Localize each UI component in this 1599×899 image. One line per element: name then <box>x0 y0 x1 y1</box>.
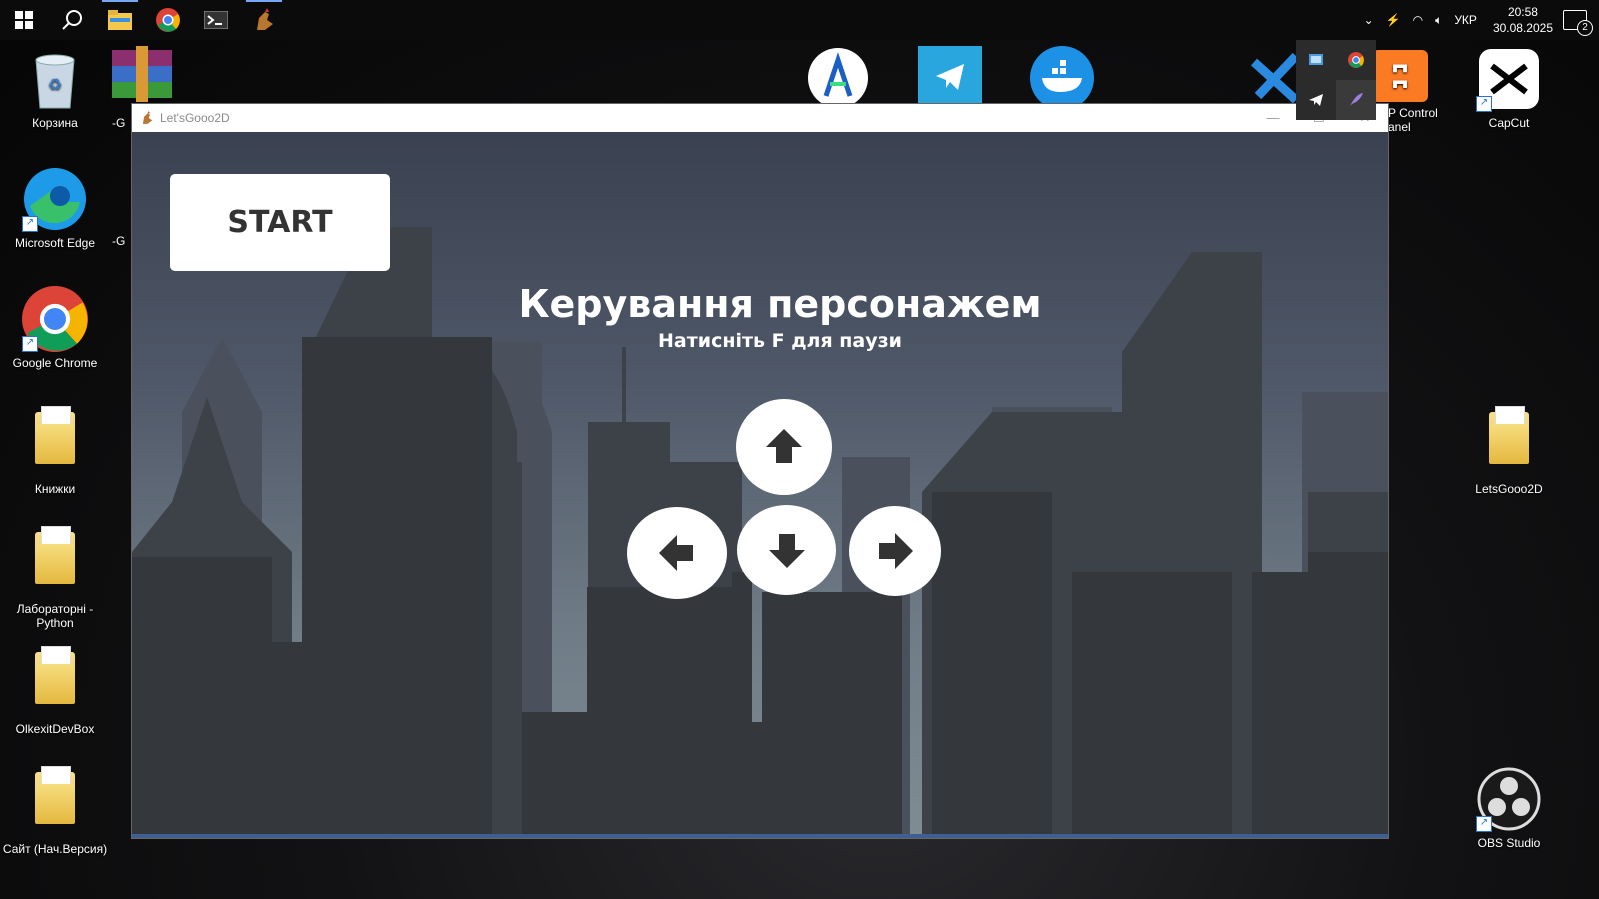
desktop-icon-label: OBS Studio <box>1477 836 1541 850</box>
desktop-icon-letsgooo2d[interactable]: LetsGooo2D <box>1454 406 1564 496</box>
chevron-up-icon[interactable]: ⌄ <box>1364 13 1374 27</box>
feather-icon <box>1350 93 1363 106</box>
taskbar-chrome[interactable] <box>144 0 192 40</box>
monitor-app-icon <box>1309 54 1323 65</box>
system-tray: ⌄ ⚡ ◠ 🔈︎ УКР 20:58 30.08.2025 2 <box>1358 0 1599 40</box>
desktop-icon-label: Лабораторні - Python <box>16 602 94 630</box>
tray-chrome[interactable] <box>1336 40 1376 80</box>
desktop-icon-label: Google Chrome <box>12 356 98 370</box>
desktop-icon-label: LetsGooo2D <box>1475 482 1543 496</box>
arrow-left-button[interactable] <box>627 507 727 599</box>
desktop-icon-label: Корзина <box>32 116 78 130</box>
arrow-up-button[interactable] <box>736 399 832 495</box>
taskbar: ⌄ ⚡ ◠ 🔈︎ УКР 20:58 30.08.2025 2 <box>0 0 1599 40</box>
start-button[interactable] <box>0 0 48 40</box>
desktop-icon-site[interactable]: Сайт (Нач.Версия) <box>0 766 110 856</box>
folder-icon <box>35 526 75 584</box>
tray-overflow-popup <box>1296 40 1376 120</box>
android-studio-icon[interactable] <box>806 46 870 108</box>
desktop-icon-label: Сайт (Нач.Версия) <box>2 842 108 856</box>
desktop-icon-recycle-bin[interactable]: ♻ Корзина <box>0 46 110 130</box>
shortcut-arrow-icon: ↗ <box>1476 96 1492 112</box>
desktop-icon-capcut[interactable]: ↗ CapCut <box>1454 46 1564 130</box>
desktop-icon-label: CapCut <box>1488 116 1530 130</box>
game-window: Let'sGooo2D — ☐ ✕ <box>132 104 1388 838</box>
chrome-icon <box>1348 52 1364 68</box>
tray-feather[interactable] <box>1336 80 1376 120</box>
chrome-icon <box>156 8 180 32</box>
windows-icon <box>15 11 33 29</box>
arrow-right-icon <box>879 533 913 569</box>
telegram-icon[interactable] <box>918 46 982 104</box>
network-icon[interactable]: ⚡ <box>1386 13 1401 27</box>
desktop-icon-chrome[interactable]: ↗ Google Chrome <box>0 286 110 370</box>
controls-title: Керування персонажем <box>518 282 1042 326</box>
tray-app-icon[interactable] <box>1296 40 1336 80</box>
arrow-up-icon <box>766 429 802 463</box>
game-canvas[interactable]: START Керування персонажем Натисніть F д… <box>132 132 1388 838</box>
shortcut-arrow-icon: ↗ <box>22 216 38 232</box>
clock[interactable]: 20:58 30.08.2025 <box>1493 4 1553 36</box>
volume-icon[interactable]: 🔈︎ <box>1435 13 1442 28</box>
window-bottom-border <box>132 834 1388 838</box>
desktop-icon-labs-python[interactable]: Лабораторні - Python <box>0 526 110 630</box>
desktop-icon-knyzhky[interactable]: Книжки <box>0 406 110 496</box>
winrar-icon <box>112 46 172 102</box>
arrow-left-icon <box>659 535 693 571</box>
telegram-icon <box>1309 94 1323 106</box>
search-button[interactable] <box>48 0 96 40</box>
folder-icon <box>108 10 132 30</box>
desktop-icon-label: Книжки <box>34 482 76 496</box>
notification-count: 2 <box>1577 20 1593 36</box>
clock-time: 20:58 <box>1507 5 1538 19</box>
folder-icon <box>35 646 75 704</box>
docker-icon[interactable] <box>1030 46 1094 110</box>
pause-hint: Натисніть F для паузи <box>658 330 902 352</box>
desktop-icon-label: OlkexitDevBox <box>15 722 95 736</box>
wifi-icon[interactable]: ◠ <box>1413 13 1423 27</box>
desktop-icon-edge[interactable]: ↗ Microsoft Edge <box>0 166 110 250</box>
svg-text:ʭ: ʭ <box>1391 59 1409 95</box>
desktop-icon-label: Microsoft Edge <box>14 236 96 250</box>
recycle-bin-icon: ♻ <box>35 54 75 109</box>
terminal-icon <box>204 11 228 29</box>
desktop-icon-obs[interactable]: ↗ OBS Studio <box>1454 766 1564 850</box>
shortcut-arrow-icon: ↗ <box>1476 816 1492 832</box>
rooster-icon <box>257 8 273 30</box>
language-indicator[interactable]: УКР <box>1454 13 1477 27</box>
clock-date: 30.08.2025 <box>1492 21 1553 35</box>
minimize-button[interactable]: — <box>1250 104 1296 132</box>
rooster-icon <box>142 111 153 124</box>
xampp-icon: ʭ <box>1372 50 1428 102</box>
folder-icon <box>35 766 75 824</box>
shortcut-arrow-icon: ↗ <box>22 336 38 352</box>
vscode-icon[interactable] <box>1250 52 1300 104</box>
arrow-down-button[interactable] <box>737 505 836 595</box>
svg-text:♻: ♻ <box>48 77 62 94</box>
window-title: Let'sGooo2D <box>160 111 230 125</box>
window-titlebar[interactable]: Let'sGooo2D — ☐ ✕ <box>132 104 1388 132</box>
notifications-icon[interactable]: 2 <box>1563 10 1593 36</box>
tray-telegram[interactable] <box>1296 80 1336 120</box>
arrow-down-icon <box>768 534 805 568</box>
taskbar-file-explorer[interactable] <box>96 0 144 40</box>
taskbar-terminal[interactable] <box>192 0 240 40</box>
folder-icon <box>35 406 75 464</box>
start-button[interactable]: START <box>170 174 390 271</box>
search-icon <box>62 10 82 30</box>
desktop-icon-olkexitdevbox[interactable]: OlkexitDevBox <box>0 646 110 736</box>
folder-icon <box>1489 406 1529 464</box>
taskbar-letsgooo2d[interactable] <box>240 0 288 40</box>
arrow-right-button[interactable] <box>849 506 941 596</box>
